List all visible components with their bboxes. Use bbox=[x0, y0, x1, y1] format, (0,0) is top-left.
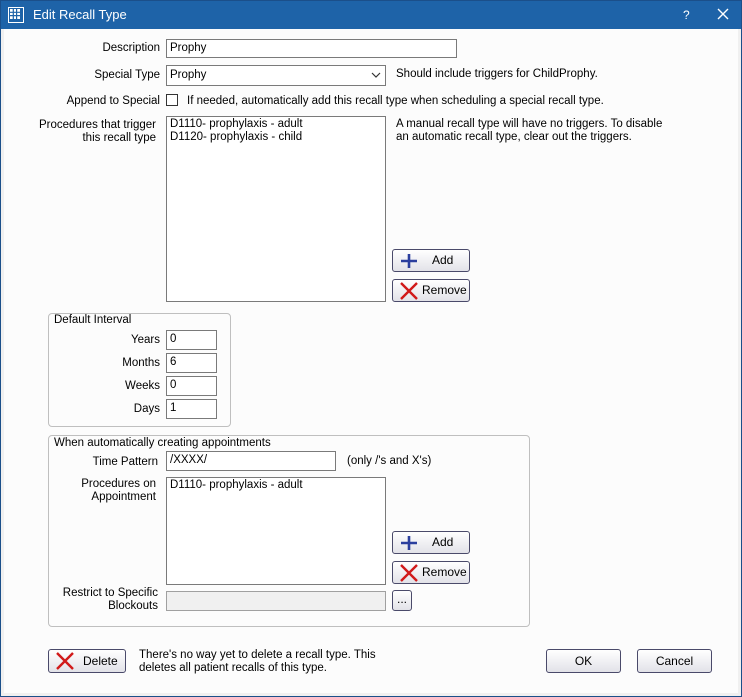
triggers-label-line2: this recall type bbox=[82, 132, 156, 144]
triggers-note-line2: an automatic recall type, clear out the … bbox=[396, 131, 632, 143]
description-field[interactable]: Prophy bbox=[166, 39, 457, 58]
blockouts-label-line1: Restrict to Specific bbox=[62, 587, 158, 599]
triggers-list[interactable]: D1110- prophylaxis - adult D1120- prophy… bbox=[166, 116, 386, 302]
grid-icon bbox=[8, 7, 24, 23]
add-procedure-label: Add bbox=[432, 535, 454, 549]
remove-trigger-button[interactable]: Remove bbox=[392, 279, 470, 302]
cancel-label: Cancel bbox=[655, 654, 694, 668]
list-item[interactable]: D1110- prophylaxis - adult bbox=[170, 118, 382, 131]
help-button[interactable]: ? bbox=[683, 8, 690, 22]
triggers-label: Procedures that trigger this recall type bbox=[14, 119, 156, 145]
title-bar[interactable]: Edit Recall Type ? bbox=[1, 1, 741, 29]
time-pattern-label: Time Pattern bbox=[92, 456, 158, 468]
remove-procedure-button[interactable]: Remove bbox=[392, 561, 470, 584]
appointment-procedures-label-line1: Procedures on bbox=[81, 478, 156, 490]
days-field[interactable]: 1 bbox=[166, 399, 217, 419]
weeks-label: Weeks bbox=[125, 380, 160, 392]
appointment-procedures-list[interactable]: D1110- prophylaxis - adult bbox=[166, 477, 386, 585]
browse-blockouts-button[interactable]: ... bbox=[392, 590, 412, 611]
ok-button[interactable]: OK bbox=[546, 649, 621, 673]
plus-icon bbox=[400, 253, 418, 272]
plus-icon bbox=[400, 535, 418, 554]
close-icon[interactable] bbox=[714, 4, 732, 24]
delete-note-line2: deletes all patient recalls of this type… bbox=[139, 662, 327, 674]
add-procedure-button[interactable]: Add bbox=[392, 531, 470, 554]
delete-button[interactable]: Delete bbox=[48, 649, 126, 673]
edit-recall-type-window: Edit Recall Type ? Description Prophy Sp… bbox=[0, 0, 742, 697]
appointment-procedures-label-line2: Appointment bbox=[91, 491, 156, 503]
delete-note-line1: There's no way yet to delete a recall ty… bbox=[139, 649, 376, 661]
add-trigger-label: Add bbox=[432, 253, 454, 267]
special-type-select[interactable]: Prophy bbox=[166, 65, 386, 86]
weeks-field[interactable]: 0 bbox=[166, 376, 217, 396]
default-interval-title: Default Interval bbox=[54, 314, 132, 326]
delete-note: There's no way yet to delete a recall ty… bbox=[139, 649, 376, 675]
months-field[interactable]: 6 bbox=[166, 353, 217, 373]
delete-label: Delete bbox=[83, 654, 118, 668]
chevron-down-icon bbox=[371, 66, 381, 92]
appointment-procedures-label: Procedures on Appointment bbox=[64, 478, 156, 504]
special-type-label: Special Type bbox=[94, 69, 160, 81]
days-label: Days bbox=[133, 403, 160, 415]
years-field[interactable]: 0 bbox=[166, 330, 217, 350]
add-trigger-button[interactable]: Add bbox=[392, 249, 470, 272]
red-x-icon bbox=[399, 564, 419, 585]
browse-blockouts-label: ... bbox=[396, 592, 407, 606]
red-x-icon bbox=[399, 282, 419, 303]
blockouts-label: Restrict to Specific Blockouts bbox=[54, 587, 158, 613]
appointments-title: When automatically creating appointments bbox=[54, 437, 271, 449]
triggers-note: A manual recall type will have no trigge… bbox=[396, 118, 662, 144]
description-label: Description bbox=[102, 42, 160, 54]
triggers-label-line1: Procedures that trigger bbox=[39, 119, 156, 131]
window-title: Edit Recall Type bbox=[33, 7, 127, 22]
blockouts-label-line2: Blockouts bbox=[108, 600, 158, 612]
time-pattern-field[interactable]: /XXXX/ bbox=[166, 451, 336, 471]
red-x-icon bbox=[55, 652, 75, 673]
special-type-value: Prophy bbox=[170, 69, 207, 81]
years-label: Years bbox=[131, 334, 160, 346]
append-to-special-checkbox[interactable] bbox=[166, 94, 178, 106]
blockouts-field bbox=[166, 591, 386, 611]
append-to-special-text: If needed, automatically add this recall… bbox=[187, 95, 604, 107]
dialog-body: Description Prophy Special Type Prophy S… bbox=[4, 29, 738, 693]
cancel-button[interactable]: Cancel bbox=[637, 649, 712, 673]
time-pattern-hint: (only /'s and X's) bbox=[347, 455, 432, 467]
ok-label: OK bbox=[574, 654, 593, 668]
triggers-note-line1: A manual recall type will have no trigge… bbox=[396, 118, 663, 130]
special-type-hint: Should include triggers for ChildProphy. bbox=[396, 68, 598, 80]
append-to-special-label: Append to Special bbox=[66, 95, 160, 107]
list-item[interactable]: D1120- prophylaxis - child bbox=[170, 131, 382, 144]
list-item[interactable]: D1110- prophylaxis - adult bbox=[170, 479, 382, 492]
remove-procedure-label: Remove bbox=[422, 565, 467, 579]
months-label: Months bbox=[122, 357, 160, 369]
remove-trigger-label: Remove bbox=[422, 283, 467, 297]
